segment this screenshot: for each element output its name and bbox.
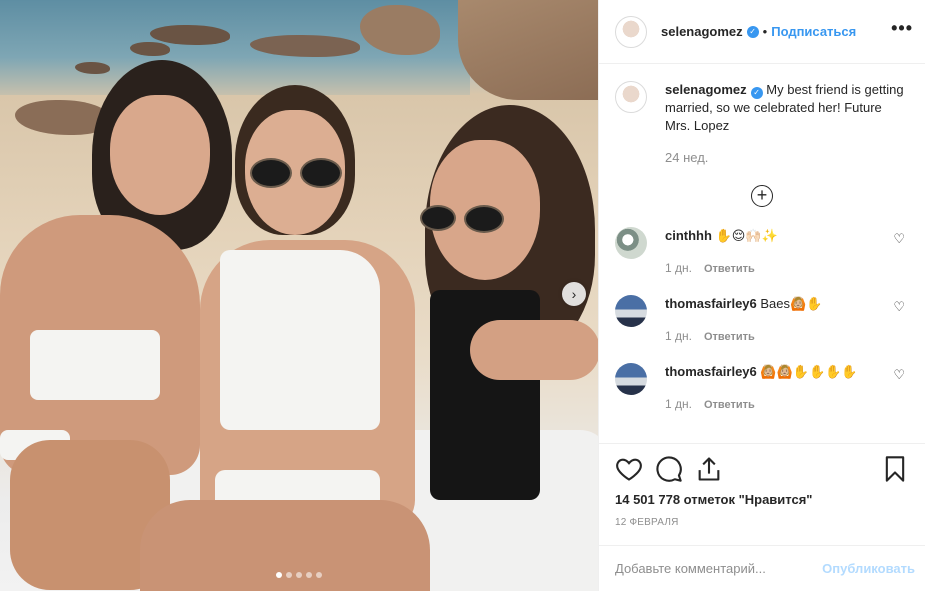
post-photo[interactable]: › xyxy=(0,0,598,591)
carousel-next-button[interactable]: › xyxy=(562,282,586,306)
comment-time[interactable]: 1 дн. xyxy=(665,329,692,343)
reply-button[interactable]: Ответить xyxy=(704,263,755,275)
verified-badge-icon: ✓ xyxy=(750,87,763,99)
publish-button[interactable]: Опубликовать xyxy=(822,561,915,576)
comment-item: thomasfairley6 🙆🏼🙆🏼✋✋✋✋ 1 дн. Ответить ♡ xyxy=(615,363,909,411)
comment-username[interactable]: thomasfairley6 xyxy=(665,296,757,311)
author-avatar[interactable] xyxy=(615,81,647,113)
verified-badge-icon: ✓ xyxy=(746,25,759,38)
post-actions: 14 501 778 отметок "Нравится" 12 ФЕВРАЛЯ xyxy=(599,443,925,545)
commenter-avatar[interactable] xyxy=(615,363,647,395)
comment-username[interactable]: thomasfairley6 xyxy=(665,364,757,379)
post-header: selenagomez ✓ • Подписаться ••• xyxy=(599,0,925,64)
carousel-dot xyxy=(286,572,292,578)
comment-item: cinthhh ✋😌🙌🏻✨ 1 дн. Ответить ♡ xyxy=(615,227,909,275)
carousel-dot xyxy=(296,572,302,578)
caption-time[interactable]: 24 нед. xyxy=(665,149,909,167)
bookmark-icon[interactable] xyxy=(881,455,909,483)
comment-text: Baes🙆🏼✋ xyxy=(760,296,823,311)
comment-input[interactable] xyxy=(615,561,823,576)
like-comment-heart-icon[interactable]: ♡ xyxy=(893,299,905,315)
comment-username[interactable]: cinthhh xyxy=(665,228,712,243)
separator: • xyxy=(762,24,768,39)
share-icon[interactable] xyxy=(695,455,723,483)
cliff xyxy=(458,0,598,100)
comments-list[interactable]: selenagomez ✓ My best friend is getting m… xyxy=(599,65,925,443)
reply-button[interactable]: Ответить xyxy=(704,399,755,411)
author-username[interactable]: selenagomez xyxy=(661,24,743,39)
more-options-icon[interactable]: ••• xyxy=(891,18,913,39)
carousel-dots xyxy=(276,572,322,578)
follow-button[interactable]: Подписаться xyxy=(771,24,856,39)
add-comment-bar: Опубликовать xyxy=(599,545,925,591)
comment-time[interactable]: 1 дн. xyxy=(665,261,692,275)
load-more-comments-icon[interactable]: + xyxy=(751,185,773,207)
post-date[interactable]: 12 ФЕВРАЛЯ xyxy=(615,517,909,528)
post-side-panel: selenagomez ✓ • Подписаться ••• selenago… xyxy=(598,0,925,591)
comment-icon[interactable] xyxy=(655,455,683,483)
caption-username[interactable]: selenagomez xyxy=(665,82,747,97)
caption: selenagomez ✓ My best friend is getting m… xyxy=(615,81,909,167)
like-comment-heart-icon[interactable]: ♡ xyxy=(893,231,905,247)
commenter-avatar[interactable] xyxy=(615,227,647,259)
carousel-dot xyxy=(316,572,322,578)
carousel-dot xyxy=(306,572,312,578)
reply-button[interactable]: Ответить xyxy=(704,331,755,343)
carousel-dot xyxy=(276,572,282,578)
like-comment-heart-icon[interactable]: ♡ xyxy=(893,367,905,383)
author-avatar[interactable] xyxy=(615,15,647,48)
heart-icon[interactable] xyxy=(615,455,643,483)
comment-time[interactable]: 1 дн. xyxy=(665,397,692,411)
comment-text: 🙆🏼🙆🏼✋✋✋✋ xyxy=(760,364,858,379)
comment-text: ✋😌🙌🏻✨ xyxy=(715,228,778,243)
commenter-avatar[interactable] xyxy=(615,295,647,327)
comment-item: thomasfairley6 Baes🙆🏼✋ 1 дн. Ответить ♡ xyxy=(615,295,909,343)
likes-count[interactable]: 14 501 778 отметок "Нравится" xyxy=(615,492,909,507)
